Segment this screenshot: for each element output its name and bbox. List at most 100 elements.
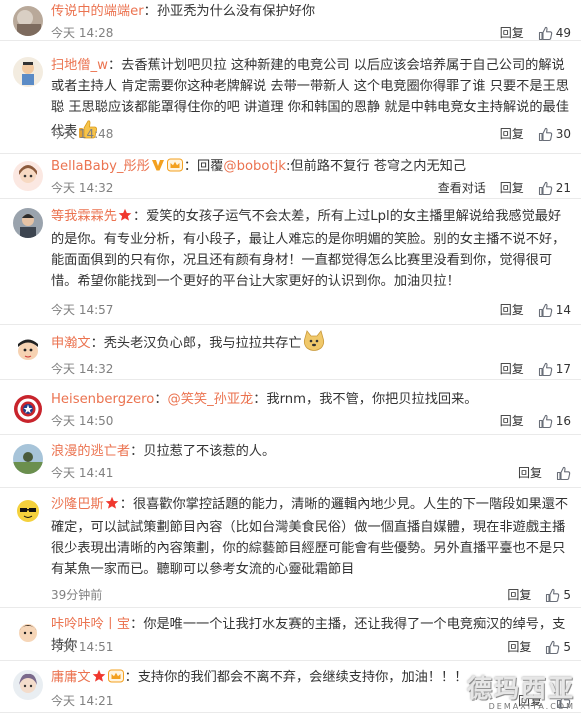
like-count: 16 bbox=[555, 414, 571, 428]
comment-text-block: Heisenbergzero：@笑笑_孙亚龙：我rnm，我不管，你把贝拉找回来。 bbox=[51, 392, 478, 407]
avatar-anime-girl-icon[interactable] bbox=[13, 161, 43, 191]
comment-body: 我rnm，我不管，你把贝拉找回来。 bbox=[266, 392, 478, 407]
thumbs-up-icon bbox=[556, 466, 571, 481]
like-button[interactable]: 17 bbox=[538, 360, 571, 378]
comment-username[interactable]: 等我霖霖先 bbox=[51, 209, 117, 224]
like-button[interactable]: 5 bbox=[545, 638, 571, 656]
comment-item: BellaBaby_彤彤 ：回覆@bobotjk:但前路不复行 苍穹之内无知己 今天… bbox=[0, 154, 581, 199]
comment-username[interactable]: 浪漫的逃亡者 bbox=[51, 444, 130, 459]
comment-username[interactable]: 申瀚文 bbox=[51, 336, 91, 351]
comment-body: 贝拉惹了不该惹的人。 bbox=[143, 444, 276, 459]
mention-link[interactable]: @bobotjk bbox=[223, 159, 286, 174]
comment-username[interactable]: 庸庸文 bbox=[51, 670, 91, 685]
view-conversation-link[interactable]: 查看对话 bbox=[438, 179, 486, 197]
comment-actions: 回复 30 bbox=[486, 125, 571, 143]
comment-username[interactable]: 沙隆巴斯 bbox=[51, 497, 104, 512]
mention-link[interactable]: @笑笑_孙亚龙 bbox=[168, 392, 254, 407]
comment-username[interactable]: 咔呤咔呤丨宝 bbox=[51, 617, 130, 632]
comment-item: 申瀚文：秃头老汉负心郎，我与拉拉共存亡今天 14:32 回复 17 bbox=[0, 325, 581, 380]
star-vip-icon[interactable] bbox=[105, 496, 119, 517]
comment-timestamp: 今天 14:32 bbox=[51, 362, 114, 376]
avatar-man-photo-icon[interactable] bbox=[13, 208, 43, 238]
comment-username[interactable]: BellaBaby_彤彤 bbox=[51, 159, 150, 174]
avatar-cartoon-figure-icon[interactable] bbox=[13, 57, 43, 87]
reply-prefix: 回覆 bbox=[197, 159, 224, 174]
comment-footer: 39分钟前 回复 5 bbox=[51, 586, 571, 604]
member-crown-icon[interactable] bbox=[107, 669, 124, 690]
comment-username[interactable]: 传说中的端端er bbox=[51, 4, 144, 19]
doge-emoji bbox=[302, 330, 326, 359]
comment-timestamp: 今天 14:41 bbox=[51, 466, 114, 480]
like-button[interactable] bbox=[556, 466, 571, 481]
comment-actions: 查看对话 回复 21 bbox=[424, 179, 571, 197]
watermark-logo: 德玛西亚 DEMAXIYA.COM bbox=[466, 674, 575, 712]
like-button[interactable]: 5 bbox=[545, 586, 571, 604]
thumbs-up-icon bbox=[538, 127, 553, 142]
comment-body: 支持你的我们都会不离不弃，会继续支持你，加油！！！ bbox=[137, 670, 468, 685]
comment-actions: 回复 17 bbox=[486, 360, 571, 378]
avatar-blurry-photo-icon[interactable] bbox=[13, 6, 43, 36]
comment-actions: 回复 5 bbox=[493, 586, 571, 604]
comment-username[interactable]: 扫地僧_w bbox=[51, 58, 108, 73]
comment-footer: 今天 14:51 回复 5 bbox=[51, 638, 571, 656]
watermark-text: 德玛西亚 bbox=[466, 674, 575, 703]
comment-timestamp: 今天 14:21 bbox=[51, 694, 114, 708]
reply-button[interactable]: 回复 bbox=[500, 412, 524, 430]
comment-text-block: BellaBaby_彤彤 ：回覆@bobotjk:但前路不复行 苍穹之内无知己 bbox=[51, 156, 571, 179]
reply-button[interactable]: 回复 bbox=[507, 586, 531, 604]
like-count: 14 bbox=[555, 303, 571, 317]
star-vip-icon[interactable] bbox=[92, 669, 106, 690]
like-button[interactable]: 14 bbox=[538, 301, 571, 319]
comment-footer: 今天 14:28 回复 49 bbox=[51, 24, 571, 42]
avatar-captain-america-shield-icon[interactable] bbox=[13, 394, 43, 424]
comment-footer: 今天 14:48 回复 30 bbox=[51, 125, 571, 143]
comment-timestamp: 今天 14:28 bbox=[51, 26, 114, 40]
comment-text-block: 申瀚文：秃头老汉负心郎，我与拉拉共存亡 bbox=[51, 330, 571, 359]
comment-timestamp: 今天 14:48 bbox=[51, 127, 114, 141]
reply-button[interactable]: 回复 bbox=[518, 464, 542, 482]
comment-username[interactable]: Heisenbergzero bbox=[51, 392, 154, 407]
comment-item: 咔呤咔呤丨宝：你是唯一一个让我打水友赛的主播，还让我得了一个电竞痴汉的绰号，支持… bbox=[0, 608, 581, 661]
star-vip-icon[interactable] bbox=[118, 208, 132, 229]
like-button[interactable]: 30 bbox=[538, 125, 571, 143]
reply-button[interactable]: 回复 bbox=[500, 301, 524, 319]
avatar-crayon-shin-chan-icon[interactable] bbox=[13, 335, 43, 365]
comment-timestamp: 39分钟前 bbox=[51, 588, 103, 602]
thumbs-up-icon bbox=[545, 640, 560, 655]
avatar-anime-character-icon[interactable] bbox=[13, 670, 43, 700]
like-count: 17 bbox=[555, 362, 571, 376]
like-count: 5 bbox=[563, 588, 571, 602]
avatar-sunglasses-cartoon-icon[interactable] bbox=[13, 496, 43, 526]
comment-item: 传说中的端端er：孙亚秃为什么没有保护好你 今天 14:28 回复 49 bbox=[0, 0, 581, 41]
reply-button[interactable]: 回复 bbox=[500, 360, 524, 378]
thumbs-up-icon bbox=[538, 362, 553, 377]
comment-footer: 今天 14:41 回复 bbox=[51, 464, 571, 482]
comment-text-block: 浪漫的逃亡者：贝拉惹了不该惹的人。 bbox=[51, 444, 276, 459]
comment-item: 扫地僧_w：去香蕉计划吧贝拉 这种新建的电竞公司 以后应该会培养属于自己公司的解… bbox=[0, 41, 581, 154]
like-button[interactable]: 49 bbox=[538, 24, 571, 42]
reply-button[interactable]: 回复 bbox=[507, 638, 531, 656]
member-crown-icon[interactable] bbox=[166, 158, 183, 179]
comment-actions: 回复 16 bbox=[486, 412, 571, 430]
thumbs-up-icon bbox=[538, 181, 553, 196]
comment-item: 沙隆巴斯 ：很喜歡你掌控話題的能力，清晰的邏輯內地少見。人生的下一階段如果還不確定… bbox=[0, 488, 581, 608]
reply-button[interactable]: 回复 bbox=[500, 125, 524, 143]
like-button[interactable]: 21 bbox=[538, 179, 571, 197]
reply-button[interactable]: 回复 bbox=[500, 179, 524, 197]
comment-timestamp: 今天 14:57 bbox=[51, 303, 114, 317]
comment-item: Heisenbergzero：@笑笑_孙亚龙：我rnm，我不管，你把贝拉找回来。… bbox=[0, 380, 581, 435]
comment-item: 等我霖霖先 ：爱笑的女孩子运气不会太差，所有上过Lpl的女主播里解说给我感觉最好的… bbox=[0, 199, 581, 325]
avatar-landscape-icon[interactable] bbox=[13, 444, 43, 474]
comment-footer: 今天 14:32 查看对话 回复 21 bbox=[51, 179, 571, 197]
avatar-cartoon-boy-icon[interactable] bbox=[13, 617, 43, 647]
like-count: 30 bbox=[555, 127, 571, 141]
like-button[interactable]: 16 bbox=[538, 412, 571, 430]
comment-body: 但前路不复行 苍穹之内无知己 bbox=[290, 159, 467, 174]
thumbs-up-icon bbox=[538, 26, 553, 41]
reply-button[interactable]: 回复 bbox=[500, 24, 524, 42]
comment-timestamp: 今天 14:51 bbox=[51, 640, 114, 654]
like-count: 5 bbox=[563, 640, 571, 654]
thumbs-up-icon bbox=[538, 414, 553, 429]
like-count: 49 bbox=[555, 26, 571, 40]
verified-v-icon[interactable] bbox=[151, 158, 165, 179]
